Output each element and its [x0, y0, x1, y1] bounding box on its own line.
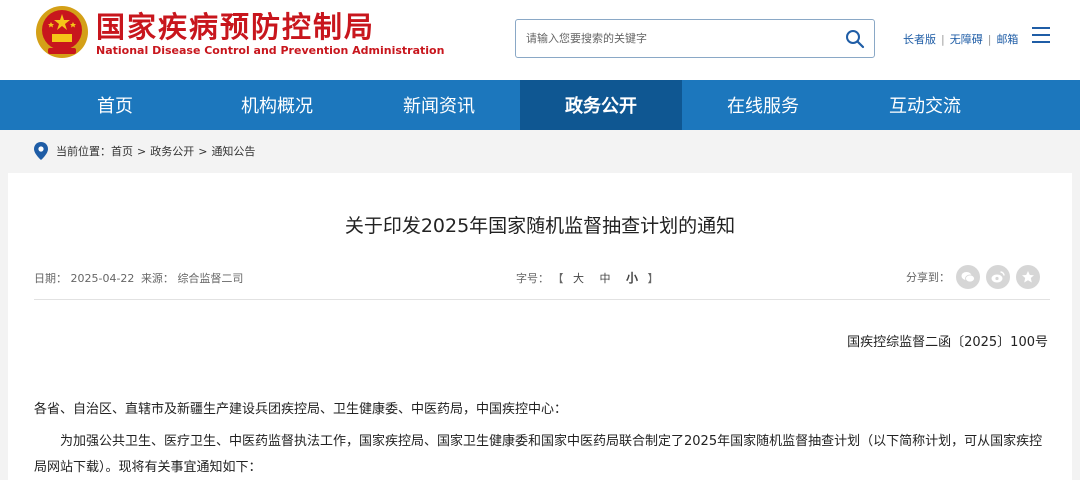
article-date: 2025-04-22 — [70, 272, 135, 285]
font-size-switcher: 字号： 【 大 中 小 】 — [516, 269, 659, 286]
elder-mode-link[interactable]: 长者版 — [903, 31, 936, 47]
search-icon — [846, 29, 865, 48]
bracket-open: 【 — [552, 272, 564, 285]
nav-item-online-services[interactable]: 在线服务 — [682, 80, 844, 130]
source-label: 来源： — [140, 272, 174, 285]
share-bar: 分享到： — [906, 265, 1040, 289]
article-meta: 日期： 2025-04-22 来源： 综合监督二司 — [34, 270, 243, 286]
font-size-label: 字号： — [516, 272, 549, 285]
mailbox-link[interactable]: 邮箱 — [996, 31, 1018, 47]
document-number: 国疾控综监督二函〔2025〕100号 — [847, 335, 1048, 350]
main-nav: 首页 机构概况 新闻资讯 政务公开 在线服务 互动交流 — [0, 80, 1080, 130]
breadcrumb-government-affairs[interactable]: 政务公开 — [150, 143, 194, 159]
font-size-small[interactable]: 小 — [626, 271, 638, 285]
breadcrumb-notices[interactable]: 通知公告 — [211, 143, 255, 159]
bracket-close: 】 — [647, 272, 659, 285]
wechat-icon[interactable] — [956, 265, 980, 289]
site-title-en: National Disease Control and Prevention … — [96, 44, 445, 57]
share-label: 分享到： — [906, 271, 950, 284]
article-card: 关于印发2025年国家随机监督抽查计划的通知 日期： 2025-04-22 来源… — [8, 173, 1072, 480]
font-size-large[interactable]: 大 — [573, 272, 584, 285]
breadcrumb-home[interactable]: 首页 — [111, 143, 133, 159]
article-title: 关于印发2025年国家随机监督抽查计划的通知 — [344, 215, 736, 237]
article-addressee: 各省、自治区、直辖市及新疆生产建设兵团疾控局、卫生健康委、中医药局，中国疾控中心… — [34, 402, 568, 417]
breadcrumb: 当前位置： 首页 > 政务公开 > 通知公告 — [34, 139, 255, 163]
search-button[interactable] — [838, 22, 872, 55]
weibo-icon[interactable] — [986, 265, 1010, 289]
article-paragraph: 为加强公共卫生、医疗卫生、中医药监督执法工作，国家疾控局、国家卫生健康委和国家中… — [34, 434, 1043, 475]
site-title[interactable]: 国家疾病预防控制局 — [96, 4, 375, 46]
breadcrumb-label: 当前位置： — [56, 145, 111, 158]
favorite-icon[interactable] — [1016, 265, 1040, 289]
article-source: 综合监督二司 — [177, 272, 244, 285]
nav-item-home[interactable]: 首页 — [34, 80, 196, 130]
link-separator: | — [987, 32, 992, 46]
site-header: 国家疾病预防控制局 National Disease Control and P… — [0, 0, 1080, 80]
meta-divider — [34, 299, 1050, 300]
search-input[interactable] — [526, 20, 826, 57]
nav-item-about[interactable]: 机构概况 — [196, 80, 358, 130]
top-links: 长者版 | 无障碍 | 邮箱 — [903, 31, 1018, 47]
search-box — [515, 19, 875, 58]
accessibility-link[interactable]: 无障碍 — [950, 31, 983, 47]
breadcrumb-separator: > — [137, 144, 147, 158]
breadcrumb-separator: > — [198, 144, 208, 158]
nav-item-interaction[interactable]: 互动交流 — [844, 80, 1006, 130]
nav-item-news[interactable]: 新闻资讯 — [358, 80, 520, 130]
national-emblem-icon — [36, 6, 88, 58]
menu-icon[interactable] — [1032, 27, 1052, 47]
nav-item-government-affairs[interactable]: 政务公开 — [520, 80, 682, 130]
link-separator: | — [941, 32, 945, 46]
font-size-medium[interactable]: 中 — [600, 272, 611, 285]
location-pin-icon — [34, 142, 48, 160]
date-label: 日期： — [34, 272, 67, 285]
